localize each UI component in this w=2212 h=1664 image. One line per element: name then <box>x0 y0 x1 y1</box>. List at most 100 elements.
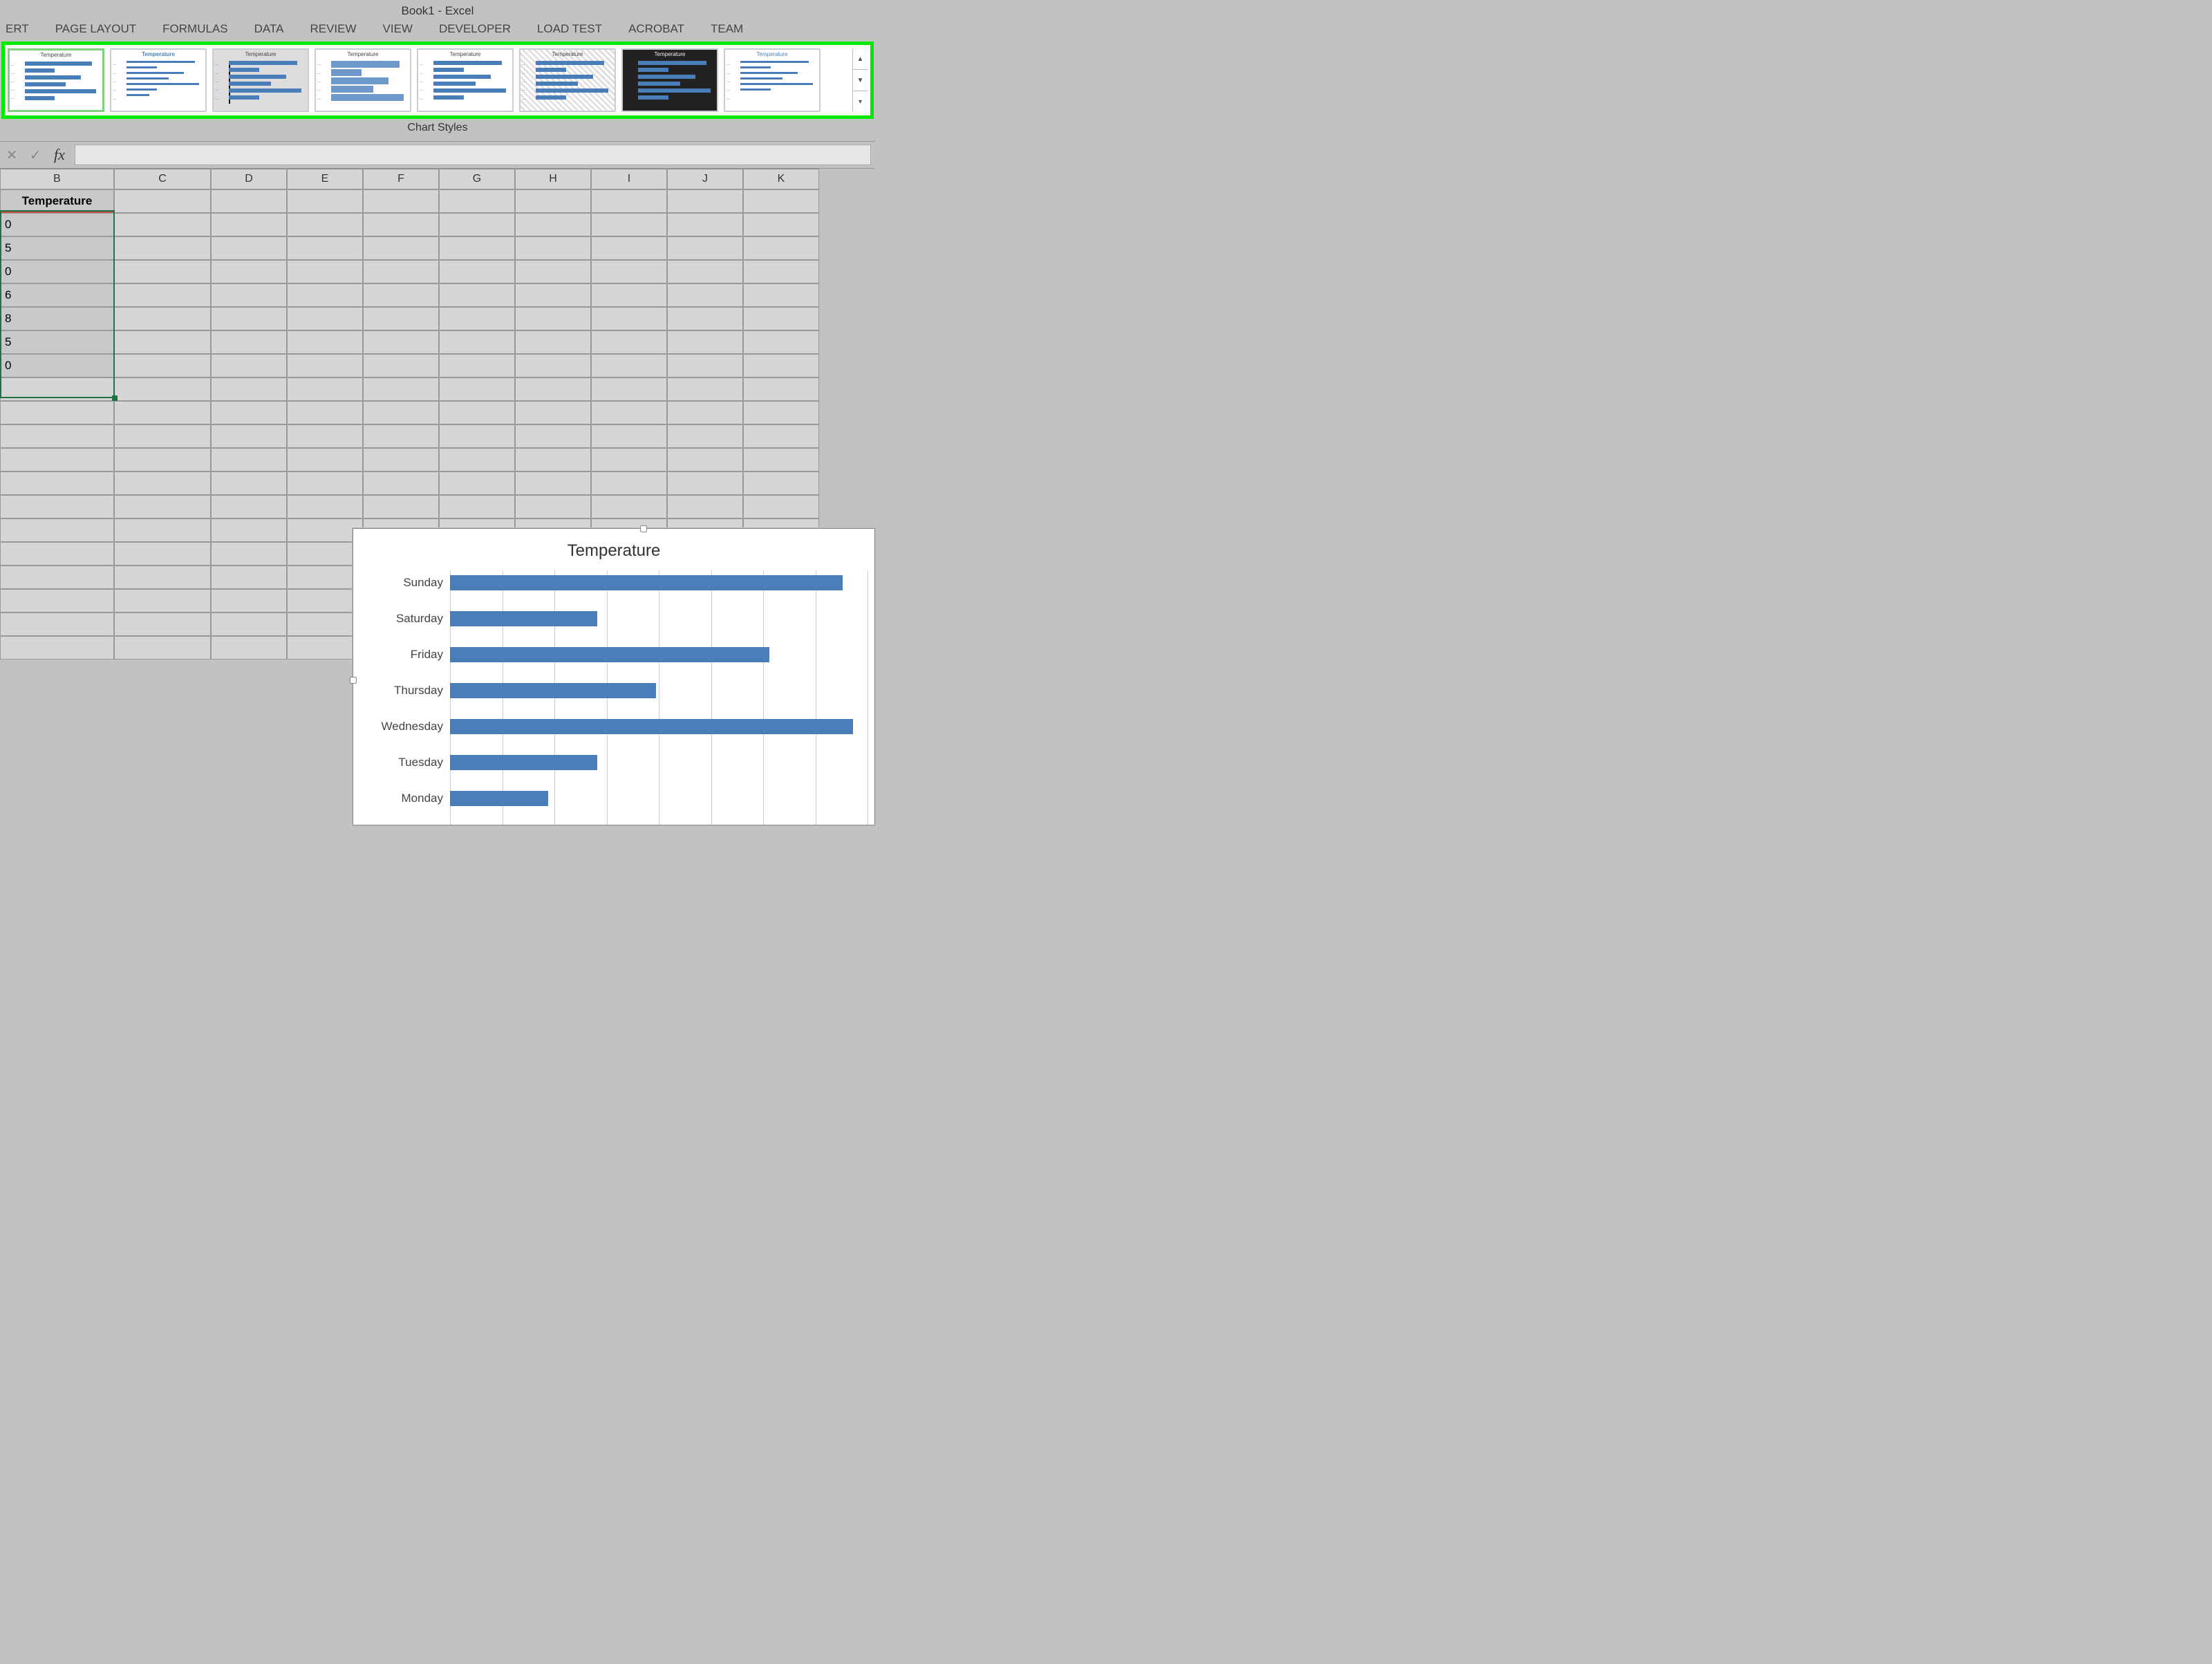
cell[interactable] <box>363 495 439 518</box>
cell[interactable] <box>114 354 211 377</box>
cell[interactable] <box>591 424 667 448</box>
cell[interactable]: 0 <box>0 260 114 283</box>
cell[interactable] <box>515 377 591 401</box>
cell[interactable] <box>591 260 667 283</box>
ribbon-tab-developer[interactable]: DEVELOPER <box>439 22 511 36</box>
cell[interactable] <box>743 424 819 448</box>
cell[interactable] <box>363 307 439 330</box>
cell[interactable] <box>211 424 287 448</box>
chart-bar[interactable] <box>450 611 597 626</box>
cell[interactable] <box>743 213 819 236</box>
cell[interactable] <box>667 189 743 213</box>
chart-bar[interactable] <box>450 791 548 806</box>
cell[interactable] <box>743 377 819 401</box>
cell[interactable] <box>211 636 287 660</box>
cell[interactable] <box>0 471 114 495</box>
cell[interactable] <box>287 518 363 542</box>
cell[interactable] <box>211 401 287 424</box>
cell[interactable]: 5 <box>0 330 114 354</box>
cell[interactable] <box>515 213 591 236</box>
cell[interactable] <box>363 213 439 236</box>
cell[interactable] <box>211 354 287 377</box>
cell[interactable] <box>439 189 515 213</box>
cell[interactable] <box>211 495 287 518</box>
ribbon-tab-review[interactable]: REVIEW <box>310 22 356 36</box>
chart-bar[interactable] <box>450 575 843 590</box>
cell[interactable] <box>211 565 287 589</box>
cell[interactable] <box>667 260 743 283</box>
ribbon-tab-page-layout[interactable]: PAGE LAYOUT <box>55 22 136 36</box>
cell[interactable] <box>743 260 819 283</box>
styles-scroll-down[interactable]: ▼ <box>853 70 868 91</box>
cell[interactable] <box>667 354 743 377</box>
cell[interactable] <box>667 377 743 401</box>
cell[interactable] <box>363 283 439 307</box>
cell[interactable] <box>363 189 439 213</box>
cell[interactable] <box>114 377 211 401</box>
cell[interactable] <box>287 565 363 589</box>
cell[interactable] <box>439 260 515 283</box>
cell[interactable] <box>439 495 515 518</box>
cell[interactable] <box>439 377 515 401</box>
ribbon-tab-data[interactable]: DATA <box>254 22 284 36</box>
cell[interactable] <box>114 260 211 283</box>
cell[interactable] <box>515 330 591 354</box>
cell[interactable] <box>363 330 439 354</box>
cell[interactable] <box>515 189 591 213</box>
cell[interactable] <box>211 213 287 236</box>
cell[interactable] <box>439 307 515 330</box>
cell[interactable] <box>287 401 363 424</box>
cell[interactable] <box>114 471 211 495</box>
cell[interactable] <box>743 307 819 330</box>
cell[interactable] <box>439 283 515 307</box>
cell[interactable] <box>287 636 363 660</box>
column-header-b[interactable]: B <box>0 169 114 189</box>
cell[interactable] <box>515 471 591 495</box>
cell[interactable] <box>743 354 819 377</box>
ribbon-tab-view[interactable]: VIEW <box>383 22 413 36</box>
cell[interactable] <box>211 613 287 636</box>
chart-bar[interactable] <box>450 683 656 698</box>
column-header-d[interactable]: D <box>211 169 287 189</box>
chart-plot-area[interactable]: SundaySaturdayFridayThursdayWednesdayTue… <box>353 570 874 825</box>
cell[interactable] <box>287 189 363 213</box>
cell[interactable]: 0 <box>0 213 114 236</box>
cell[interactable] <box>591 330 667 354</box>
cell[interactable] <box>211 542 287 565</box>
worksheet[interactable]: B C D E F G H I J K Temperature0506850 T… <box>0 169 875 660</box>
ribbon-tab-load-test[interactable]: LOAD TEST <box>537 22 602 36</box>
cell[interactable] <box>114 518 211 542</box>
cell[interactable] <box>591 307 667 330</box>
chart-bar[interactable] <box>450 719 853 734</box>
column-header-c[interactable]: C <box>114 169 211 189</box>
cell[interactable] <box>287 330 363 354</box>
cell[interactable] <box>667 213 743 236</box>
cell[interactable] <box>114 542 211 565</box>
styles-scroll-up[interactable]: ▲ <box>853 48 868 70</box>
cell[interactable] <box>363 236 439 260</box>
cell[interactable] <box>211 283 287 307</box>
column-header-g[interactable]: G <box>439 169 515 189</box>
cell[interactable] <box>667 448 743 471</box>
cell[interactable] <box>439 330 515 354</box>
cell[interactable] <box>114 401 211 424</box>
ribbon-tab-team[interactable]: TEAM <box>711 22 743 36</box>
cell[interactable] <box>211 377 287 401</box>
cell[interactable] <box>211 589 287 613</box>
insert-function-button[interactable]: fx <box>47 146 72 164</box>
column-header-h[interactable]: H <box>515 169 591 189</box>
cell[interactable] <box>287 542 363 565</box>
cell[interactable] <box>0 377 114 401</box>
cell[interactable] <box>363 260 439 283</box>
cell[interactable] <box>0 589 114 613</box>
cell[interactable] <box>439 471 515 495</box>
chart-style-1[interactable]: Temperature ————— <box>8 48 104 112</box>
cell[interactable] <box>114 589 211 613</box>
cell[interactable] <box>439 401 515 424</box>
cell[interactable] <box>211 330 287 354</box>
chart-style-4[interactable]: Temperature ————— <box>315 48 411 112</box>
cell[interactable] <box>363 424 439 448</box>
cell[interactable] <box>114 213 211 236</box>
cell[interactable] <box>0 636 114 660</box>
cell[interactable] <box>211 236 287 260</box>
